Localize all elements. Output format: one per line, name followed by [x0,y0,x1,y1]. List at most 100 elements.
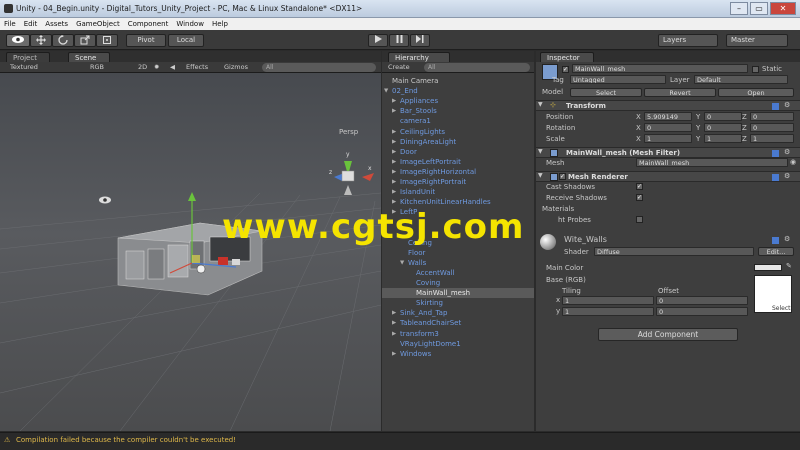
hierarchy-item[interactable]: Skirting [382,298,534,308]
move-tool-button[interactable] [30,34,52,47]
scene-camera-eye-icon[interactable] [99,196,111,204]
collapse-arrow-icon[interactable]: ▶ [392,127,396,137]
eyedropper-icon[interactable]: ✎ [786,262,792,270]
main-color-swatch[interactable] [754,264,782,271]
rotation-y-field[interactable]: 0 [704,123,742,132]
receive-shadows-checkbox[interactable]: ✓ [636,194,643,201]
component-settings-gear-icon[interactable]: ⚙ [784,148,790,156]
hierarchy-item[interactable]: VRayLightDome1 [382,339,534,349]
collapse-arrow-icon[interactable]: ▶ [392,197,396,207]
texture-select-button[interactable]: Select [772,305,791,312]
audio-toggle-icon[interactable]: ◀ [170,63,175,72]
menu-gameobject[interactable]: GameObject [76,20,120,28]
mesh-field[interactable]: MainWall_mesh [636,158,788,167]
model-open-button[interactable]: Open [718,88,794,97]
rotate-tool-button[interactable] [52,34,74,47]
minimize-button[interactable]: – [730,2,748,15]
model-select-button[interactable]: Select [570,88,642,97]
menu-window[interactable]: Window [176,20,204,28]
expand-arrow-icon[interactable]: ▼ [384,86,388,96]
material-settings-gear-icon[interactable]: ⚙ [784,235,790,243]
scale-x-field[interactable]: 1 [644,134,692,143]
rotation-z-field[interactable]: 0 [750,123,794,132]
hierarchy-create-dropdown[interactable]: Create [388,63,410,72]
component-settings-gear-icon[interactable]: ⚙ [784,101,790,109]
hierarchy-item[interactable]: camera1 [382,116,534,126]
menu-help[interactable]: Help [212,20,228,28]
menu-component[interactable]: Component [128,20,169,28]
hierarchy-item[interactable]: ▶ CeilingLights [382,127,534,137]
menu-edit[interactable]: Edit [24,20,38,28]
collapse-arrow-icon[interactable]: ▶ [392,318,396,328]
maximize-button[interactable]: ▭ [750,2,768,15]
scale-tool-button[interactable] [74,34,96,47]
hierarchy-item[interactable]: MainWall_mesh [382,288,534,299]
offset-x-field[interactable]: 0 [656,296,748,305]
collapse-arrow-icon[interactable]: ▼ [538,148,543,155]
hierarchy-item[interactable]: ▶ ImageLeftPortrait [382,157,534,167]
status-bar[interactable]: ⚠ Compilation failed because the compile… [0,432,800,450]
collapse-arrow-icon[interactable]: ▶ [392,96,396,106]
hierarchy-item[interactable]: ▶ KitchenUnitLinearHandles [382,197,534,207]
static-checkbox[interactable] [752,66,759,73]
hierarchy-item[interactable]: ▶ TableandChairSet [382,318,534,328]
collapse-arrow-icon[interactable]: ▶ [392,157,396,167]
tag-dropdown[interactable]: Untagged [570,75,666,84]
pause-button[interactable] [389,34,409,47]
hierarchy-item[interactable]: Floor [382,248,534,258]
hierarchy-item[interactable]: ▶ Appliances [382,96,534,106]
hierarchy-item[interactable]: ▶ Windows [382,349,534,359]
effects-dropdown[interactable]: Effects [186,63,208,72]
collapse-arrow-icon[interactable]: ▶ [392,308,396,318]
layer-dropdown[interactable]: Default [694,75,788,84]
hierarchy-item[interactable]: Main Camera [382,76,534,86]
position-x-field[interactable]: 5.909149 [644,112,692,121]
close-button[interactable]: ✕ [770,2,796,15]
collapse-arrow-icon[interactable]: ▼ [538,172,543,179]
component-settings-gear-icon[interactable]: ⚙ [784,172,790,180]
hierarchy-item[interactable]: AccentWall [382,268,534,278]
tiling-y-field[interactable]: 1 [562,307,654,316]
hierarchy-item[interactable]: ▼ Walls [382,258,534,268]
rect-tool-button[interactable] [96,34,118,47]
hierarchy-item[interactable]: ▶ Sink_And_Tap [382,308,534,318]
hierarchy-item[interactable]: ▶ Door [382,147,534,157]
hierarchy-item[interactable]: ▶ IslandUnit [382,187,534,197]
position-z-field[interactable]: 0 [750,112,794,121]
base-texture-slot[interactable]: Select [754,275,792,313]
materials-foldout[interactable]: Materials [542,205,574,213]
mesh-filter-component-header[interactable]: ▼ MainWall_mesh (Mesh Filter) ⚙ [536,147,800,158]
hierarchy-item[interactable]: Coving [382,278,534,288]
object-name-field[interactable]: MainWall_mesh [572,64,748,73]
hierarchy-item[interactable]: ▶ Bar_Stools [382,106,534,116]
step-button[interactable] [410,34,430,47]
scale-z-field[interactable]: 1 [750,134,794,143]
add-component-button[interactable]: Add Component [598,328,738,341]
2d-toggle[interactable]: 2D [138,63,147,72]
offset-y-field[interactable]: 0 [656,307,748,316]
scale-y-field[interactable]: 1 [704,134,742,143]
hierarchy-item[interactable]: ▶ DiningAreaLight [382,137,534,147]
shading-mode-dropdown[interactable]: Textured [10,63,38,72]
hierarchy-item[interactable]: ▼ 02_End [382,86,534,96]
shader-edit-button[interactable]: Edit... [758,247,794,256]
render-mode-dropdown[interactable]: RGB [90,63,104,72]
position-y-field[interactable]: 0 [704,112,742,121]
help-book-icon[interactable] [772,174,779,181]
mesh-renderer-component-header[interactable]: ▼ ✓ Mesh Renderer ⚙ [536,171,800,182]
hierarchy-list[interactable]: Main Camera ▼ 02_End ▶ Appliances ▶ Bar_Stools… [382,73,534,431]
help-book-icon[interactable] [772,237,779,244]
light-probes-checkbox[interactable] [636,216,643,223]
layers-dropdown[interactable]: Layers [658,34,718,47]
collapse-arrow-icon[interactable]: ▶ [392,177,396,187]
scene-view[interactable]: y x z Persp [0,73,381,431]
help-book-icon[interactable] [772,150,779,157]
collapse-arrow-icon[interactable]: ▶ [392,349,396,359]
hierarchy-search-input[interactable]: All [424,63,530,72]
help-book-icon[interactable] [772,103,779,110]
persp-label[interactable]: Persp [339,128,358,136]
pivot-toggle[interactable]: Pivot [126,34,166,47]
cast-shadows-checkbox[interactable]: ✓ [636,183,643,190]
collapse-arrow-icon[interactable]: ▶ [392,167,396,177]
collapse-arrow-icon[interactable]: ▶ [392,147,396,157]
